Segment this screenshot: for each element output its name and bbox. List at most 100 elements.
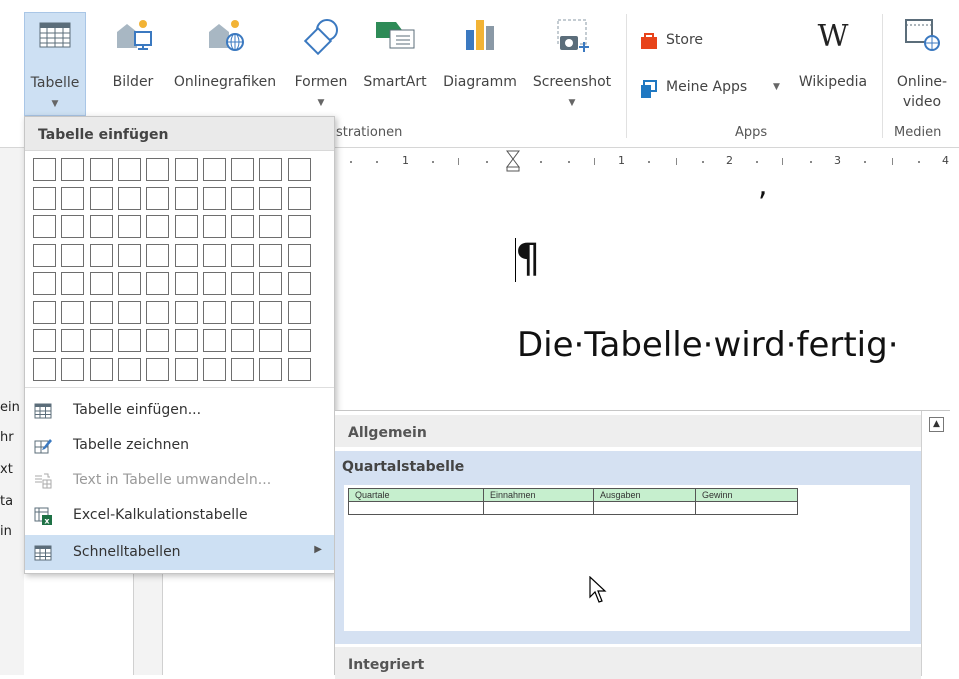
table-grid-cell[interactable] [33,300,56,324]
table-grid-cell[interactable] [174,329,198,352]
table-grid-cell[interactable] [174,243,198,267]
table-grid-cell[interactable] [89,186,113,210]
table-grid-cell[interactable] [231,186,255,210]
scroll-up-icon[interactable]: ▲ [929,417,944,432]
table-grid-cell[interactable] [174,215,198,238]
table-grid-cell[interactable] [61,272,85,295]
table-grid-cell[interactable] [259,357,283,381]
table-grid-cell[interactable] [202,329,226,352]
table-grid-cell[interactable] [174,158,198,181]
table-grid-cell[interactable] [61,329,85,352]
meine-apps-button[interactable]: Meine Apps ▼ [638,76,790,100]
table-grid-cell[interactable] [202,158,226,181]
table-grid-cell[interactable] [287,186,311,210]
table-grid-cell[interactable] [174,300,198,324]
table-grid-cell[interactable] [146,357,170,381]
screenshot-button[interactable]: Screenshot ▼ [526,12,618,112]
table-grid-cell[interactable] [287,215,311,238]
horizontal-ruler[interactable]: 1 1 2 3 4 [336,150,959,172]
table-grid-cell[interactable] [259,158,283,181]
table-grid-cell[interactable] [259,272,283,295]
table-grid-cell[interactable] [202,243,226,267]
table-grid-cell[interactable] [202,186,226,210]
table-grid-cell[interactable] [33,243,56,267]
table-grid-cell[interactable] [174,272,198,295]
table-grid-cell[interactable] [146,186,170,210]
store-button[interactable]: Store [638,30,728,54]
onlinegrafiken-button[interactable]: Onlinegrafiken [164,12,286,112]
table-grid-cell[interactable] [231,357,255,381]
table-grid-cell[interactable] [61,158,85,181]
menu-item-tabelle-einfuegen[interactable]: Tabelle einfügen... [25,393,334,428]
table-grid-cell[interactable] [33,329,56,352]
bilder-button[interactable]: Bilder [104,12,162,112]
table-grid-cell[interactable] [259,300,283,324]
table-grid-cell[interactable] [117,243,141,267]
table-grid-cell[interactable] [117,357,141,381]
table-grid-cell[interactable] [231,329,255,352]
table-grid-cell[interactable] [259,186,283,210]
table-grid-cell[interactable] [117,158,141,181]
gallery-scrollbar[interactable]: ▲ [921,411,950,676]
table-grid-cell[interactable] [202,215,226,238]
online-video-button[interactable]: Online- video [886,12,958,112]
table-grid-cell[interactable] [117,329,141,352]
table-grid-cell[interactable] [89,215,113,238]
table-grid-cell[interactable] [61,357,85,381]
gallery-item-quartalstabelle[interactable]: Quartalstabelle Quartale Einnahmen Ausga… [335,451,921,644]
table-grid-cell[interactable] [174,186,198,210]
smartart-button[interactable]: SmartArt [356,12,434,112]
table-grid-cell[interactable] [287,300,311,324]
table-grid-cell[interactable] [117,215,141,238]
table-grid-cell[interactable] [89,243,113,267]
diagramm-button[interactable]: Diagramm [436,12,524,112]
table-grid-cell[interactable] [231,158,255,181]
table-grid-cell[interactable] [287,243,311,267]
table-grid-cell[interactable] [117,272,141,295]
table-grid-cell[interactable] [202,272,226,295]
table-grid-cell[interactable] [146,329,170,352]
table-grid-cell[interactable] [287,329,311,352]
table-grid-cell[interactable] [61,186,85,210]
table-grid-cell[interactable] [33,186,56,210]
menu-item-excel-kalkulationstabelle[interactable]: x Excel-Kalkulationstabelle [25,498,334,533]
table-grid-cell[interactable] [146,272,170,295]
table-grid-cell[interactable] [146,300,170,324]
table-grid-cell[interactable] [33,215,56,238]
table-grid-cell[interactable] [89,329,113,352]
tabelle-button[interactable]: Tabelle ▼ [24,12,86,116]
table-grid-cell[interactable] [117,300,141,324]
menu-item-tabelle-zeichnen[interactable]: Tabelle zeichnen [25,428,334,463]
table-grid-cell[interactable] [287,357,311,381]
table-grid-cell[interactable] [33,158,56,181]
table-grid-cell[interactable] [231,243,255,267]
table-grid-cell[interactable] [231,272,255,295]
table-grid-cell[interactable] [61,243,85,267]
table-grid-cell[interactable] [259,215,283,238]
wikipedia-button[interactable]: W Wikipedia [792,12,874,112]
table-grid-cell[interactable] [231,300,255,324]
table-grid-cell[interactable] [61,300,85,324]
table-grid-cell[interactable] [146,158,170,181]
table-grid-cell[interactable] [89,272,113,295]
table-grid-cell[interactable] [33,357,56,381]
formen-button[interactable]: Formen ▼ [287,12,355,112]
table-grid-cell[interactable] [89,158,113,181]
table-grid-cell[interactable] [61,215,85,238]
table-grid-cell[interactable] [259,243,283,267]
table-grid-cell[interactable] [89,300,113,324]
table-grid-cell[interactable] [202,357,226,381]
table-grid-cell[interactable] [146,243,170,267]
table-grid-cell[interactable] [89,357,113,381]
table-grid-cell[interactable] [202,300,226,324]
table-grid-cell[interactable] [33,272,56,295]
table-grid-cell[interactable] [287,158,311,181]
table-grid-cell[interactable] [259,329,283,352]
indent-marker-icon[interactable] [506,150,520,172]
menu-item-schnelltabellen[interactable]: Schnelltabellen ▶ [25,535,334,570]
table-grid-cell[interactable] [174,357,198,381]
table-grid-cell[interactable] [146,215,170,238]
table-grid-cell[interactable] [287,272,311,295]
table-grid-cell[interactable] [117,186,141,210]
table-grid-cell[interactable] [231,215,255,238]
